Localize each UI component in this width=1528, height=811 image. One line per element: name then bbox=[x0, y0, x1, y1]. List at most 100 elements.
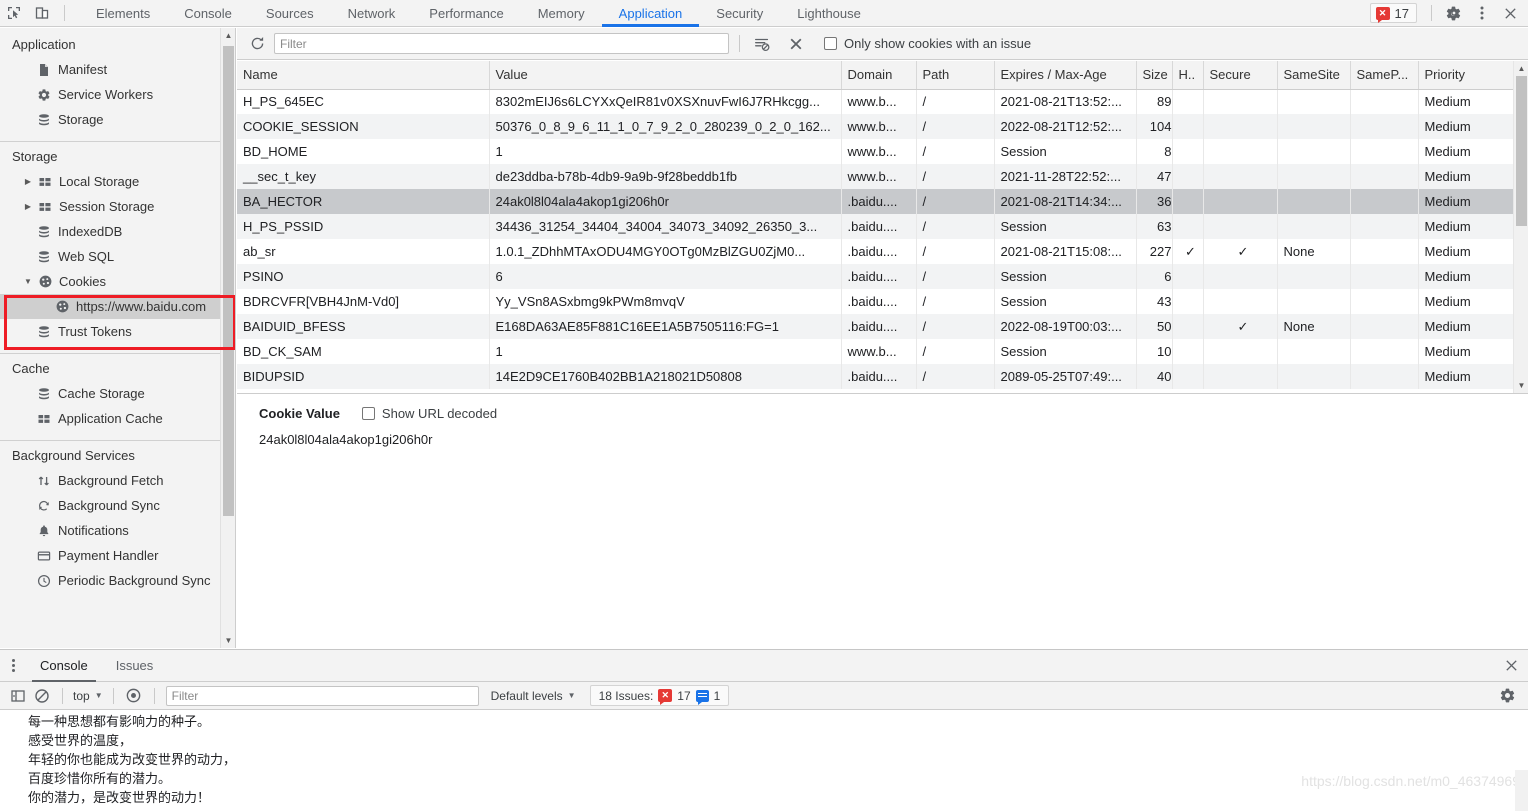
console-message: 每一种思想都有影响力的种子。 bbox=[28, 715, 211, 730]
tab-console[interactable]: Console bbox=[167, 0, 249, 27]
table-scroll-down-arrow-icon[interactable]: ▼ bbox=[1514, 378, 1528, 393]
drawer-close-icon[interactable] bbox=[1494, 650, 1528, 682]
tab-memory[interactable]: Memory bbox=[521, 0, 602, 27]
table-row[interactable]: BD_HOME 1 www.b... / Session 8 Medium bbox=[237, 139, 1521, 164]
column-header-domain[interactable]: Domain bbox=[841, 61, 917, 90]
gear-icon[interactable] bbox=[1440, 0, 1468, 26]
sidebar-scrollbar[interactable]: ▲ ▼ bbox=[220, 28, 235, 648]
close-icon[interactable] bbox=[1496, 0, 1524, 26]
sidebar-item-manifest[interactable]: Manifest bbox=[0, 57, 235, 82]
sidebar-item-cookies[interactable]: ▼ Cookies bbox=[0, 269, 235, 294]
column-header-name[interactable]: Name bbox=[237, 61, 490, 90]
tab-sources[interactable]: Sources bbox=[249, 0, 331, 27]
column-header-priority[interactable]: Priority bbox=[1418, 61, 1521, 90]
sidebar-item-storage[interactable]: Storage bbox=[0, 107, 235, 132]
tab-security[interactable]: Security bbox=[699, 0, 780, 27]
cell-sameparty bbox=[1350, 314, 1419, 339]
sidebar-scroll-thumb[interactable] bbox=[223, 46, 234, 516]
table-scroll-up-arrow-icon[interactable]: ▲ bbox=[1514, 61, 1528, 76]
cell-expires: 2021-08-21T15:08:... bbox=[994, 239, 1137, 264]
table-row[interactable]: BAIDUID_BFESS E168DA63AE85F881C16EE1A5B75… bbox=[237, 314, 1521, 339]
table-scrollbar[interactable]: ▲ ▼ bbox=[1513, 61, 1528, 393]
sidebar-item-label: Background Fetch bbox=[58, 473, 164, 488]
column-header-size[interactable]: Size bbox=[1136, 61, 1173, 90]
sidebar-item-local-storage[interactable]: ▶ Local Storage bbox=[0, 169, 235, 194]
scroll-down-arrow-icon[interactable]: ▼ bbox=[221, 633, 235, 648]
column-header-expires-max-age[interactable]: Expires / Max-Age bbox=[994, 61, 1137, 90]
sidebar-item-cache-storage[interactable]: Cache Storage bbox=[0, 381, 235, 406]
tab-performance[interactable]: Performance bbox=[412, 0, 520, 27]
sidebar-item-https-www-baidu-com[interactable]: https://www.baidu.com bbox=[0, 294, 235, 319]
drawer-tab-issues[interactable]: Issues bbox=[102, 650, 168, 682]
tab-elements[interactable]: Elements bbox=[79, 0, 167, 27]
column-header-h[interactable]: H.. bbox=[1172, 61, 1204, 90]
sidebar-item-background-sync[interactable]: Background Sync bbox=[0, 493, 235, 518]
table-row[interactable]: H_PS_PSSID 34436_31254_34404_34004_34073_… bbox=[237, 214, 1521, 239]
column-header-samesite[interactable]: SameSite bbox=[1277, 61, 1351, 90]
cell-size: 10 bbox=[1136, 339, 1173, 364]
chevron-right-icon[interactable]: ▶ bbox=[22, 202, 34, 211]
console-levels-selector[interactable]: Default levels ▼ bbox=[491, 689, 576, 703]
cell-httponly bbox=[1172, 339, 1204, 364]
column-header-samep[interactable]: SameP... bbox=[1350, 61, 1419, 90]
console-context-selector[interactable]: top ▼ bbox=[71, 689, 105, 703]
column-header-secure[interactable]: Secure bbox=[1203, 61, 1278, 90]
tab-application[interactable]: Application bbox=[601, 0, 700, 27]
console-settings-gear-icon[interactable] bbox=[1492, 682, 1522, 710]
sidebar-item-notifications[interactable]: Notifications bbox=[0, 518, 235, 543]
sidebar-item-service-workers[interactable]: Service Workers bbox=[0, 82, 235, 107]
table-row[interactable]: PSINO 6 .baidu.... / Session 6 Medium bbox=[237, 264, 1521, 289]
drawer-tab-console[interactable]: Console bbox=[26, 650, 102, 682]
cell-httponly bbox=[1172, 264, 1204, 289]
error-count-chip[interactable]: 17 bbox=[1369, 3, 1417, 23]
sidebar-item-web-sql[interactable]: Web SQL bbox=[0, 244, 235, 269]
refresh-icon[interactable] bbox=[245, 32, 269, 56]
table-row[interactable]: BD_CK_SAM 1 www.b... / Session 10 Medium bbox=[237, 339, 1521, 364]
show-url-decoded-checkbox[interactable] bbox=[361, 407, 375, 420]
sidebar-item-background-fetch[interactable]: Background Fetch bbox=[0, 468, 235, 493]
sidebar-item-periodic-background-sync[interactable]: Periodic Background Sync bbox=[0, 568, 235, 593]
drawer-menu-icon[interactable] bbox=[0, 650, 26, 682]
cell-value: 1 bbox=[489, 139, 842, 164]
cell-samesite bbox=[1277, 289, 1351, 314]
table-row[interactable]: BDRCVFR[VBH4JnM-Vd0] Yy_VSn8ASxbmg9kPWm8m… bbox=[237, 289, 1521, 314]
table-row[interactable]: ab_sr 1.0.1_ZDhhMTAxODU4MGY0OTg0MzBlZGU0Z… bbox=[237, 239, 1521, 264]
cell-size: 36 bbox=[1136, 189, 1173, 214]
live-expression-icon[interactable] bbox=[122, 684, 146, 708]
console-sidebar-icon[interactable] bbox=[6, 684, 30, 708]
tab-lighthouse[interactable]: Lighthouse bbox=[780, 0, 878, 27]
table-row[interactable]: __sec_t_key de23ddba-b78b-4db9-9a9b-9f28b… bbox=[237, 164, 1521, 189]
table-row[interactable]: BIDUPSID 14E2D9CE1760B402BB1A218021D50808… bbox=[237, 364, 1521, 389]
chevron-right-icon[interactable]: ▶ bbox=[22, 177, 34, 186]
cookie-filter-input[interactable] bbox=[274, 33, 729, 54]
table-row[interactable]: BA_HECTOR 24ak0l8l04ala4akop1gi206h0r .bai… bbox=[237, 189, 1521, 214]
checkbox-box[interactable] bbox=[824, 37, 837, 50]
console-issues-chip[interactable]: 18 Issues: 17 1 bbox=[589, 685, 730, 706]
device-toolbar-icon[interactable] bbox=[28, 0, 56, 26]
topbar-divider-2 bbox=[1431, 5, 1432, 21]
table-row[interactable]: COOKIE_SESSION 50376_0_8_9_6_11_1_0_7_9_2… bbox=[237, 114, 1521, 139]
sidebar-item-payment-handler[interactable]: Payment Handler bbox=[0, 543, 235, 568]
kebab-menu-icon[interactable] bbox=[1468, 0, 1496, 26]
sidebar-item-trust-tokens[interactable]: Trust Tokens bbox=[0, 319, 235, 344]
scroll-up-arrow-icon[interactable]: ▲ bbox=[221, 28, 235, 43]
inspect-cursor-icon[interactable] bbox=[0, 0, 28, 26]
console-filter-input[interactable] bbox=[165, 685, 479, 706]
clear-console-icon[interactable] bbox=[30, 684, 54, 708]
tab-network[interactable]: Network bbox=[331, 0, 413, 27]
console-scrollbar[interactable] bbox=[1515, 770, 1528, 811]
only-show-issue-cookies-checkbox[interactable]: Only show cookies with an issue bbox=[824, 36, 1031, 51]
column-header-value[interactable]: Value bbox=[489, 61, 842, 90]
sidebar-item-session-storage[interactable]: ▶ Session Storage bbox=[0, 194, 235, 219]
column-header-path[interactable]: Path bbox=[916, 61, 995, 90]
table-row[interactable]: H_PS_645EC 8302mEIJ6s6LCYXxQeIR81v0XSXnuv… bbox=[237, 89, 1521, 114]
chevron-down-icon[interactable]: ▼ bbox=[22, 277, 34, 286]
sidebar-item-indexeddb[interactable]: IndexedDB bbox=[0, 219, 235, 244]
sidebar-item-label: Trust Tokens bbox=[58, 324, 132, 339]
clear-filter-icon[interactable] bbox=[750, 32, 774, 56]
cell-expires: 2089-05-25T07:49:... bbox=[994, 364, 1137, 389]
sidebar-item-application-cache[interactable]: Application Cache bbox=[0, 406, 235, 431]
cell-sameparty bbox=[1350, 214, 1419, 239]
table-scroll-thumb[interactable] bbox=[1516, 76, 1527, 226]
clear-all-icon[interactable] bbox=[784, 32, 808, 56]
